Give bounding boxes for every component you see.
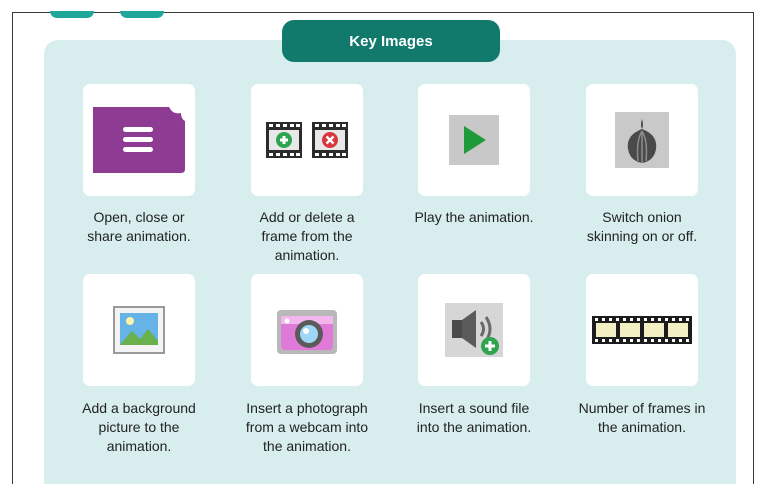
decorative-dot bbox=[50, 11, 94, 18]
card-background-picture bbox=[83, 274, 195, 386]
card-add-delete-frame bbox=[251, 84, 363, 196]
card-onion-skinning bbox=[586, 84, 698, 196]
caption-play: Play the animation. bbox=[414, 209, 534, 225]
play-icon bbox=[449, 115, 499, 165]
sound-add-icon bbox=[445, 303, 503, 357]
caption-background-picture: Add a background picture to the animatio… bbox=[82, 400, 196, 454]
onion-icon bbox=[615, 112, 669, 168]
panel-title: Key Images bbox=[282, 20, 500, 62]
caption-sound-file: Insert a sound file into the animation. bbox=[416, 400, 532, 435]
notebook-menu-icon bbox=[93, 107, 185, 173]
card-webcam-photo bbox=[251, 274, 363, 386]
caption-add-delete-frame: Add or delete a frame from the animation… bbox=[259, 209, 355, 263]
frame-right-border bbox=[753, 12, 754, 484]
caption-number-of-frames: Number of frames in the animation. bbox=[578, 400, 706, 435]
caption-open-close-share: Open, close or share animation. bbox=[87, 209, 191, 244]
card-number-of-frames bbox=[586, 274, 698, 386]
film-strip-icon bbox=[592, 316, 692, 344]
caption-onion-skinning: Switch onion skinning on or off. bbox=[586, 209, 698, 244]
webcam-icon bbox=[277, 310, 337, 354]
picture-icon bbox=[113, 306, 165, 354]
card-play bbox=[418, 84, 530, 196]
card-sound-file bbox=[418, 274, 530, 386]
frame-left-border bbox=[12, 12, 13, 484]
add-delete-frame-icon bbox=[266, 122, 348, 158]
decorative-dot bbox=[120, 11, 164, 18]
card-open-close-share bbox=[83, 84, 195, 196]
caption-webcam-photo: Insert a photograph from a webcam into t… bbox=[245, 400, 369, 454]
